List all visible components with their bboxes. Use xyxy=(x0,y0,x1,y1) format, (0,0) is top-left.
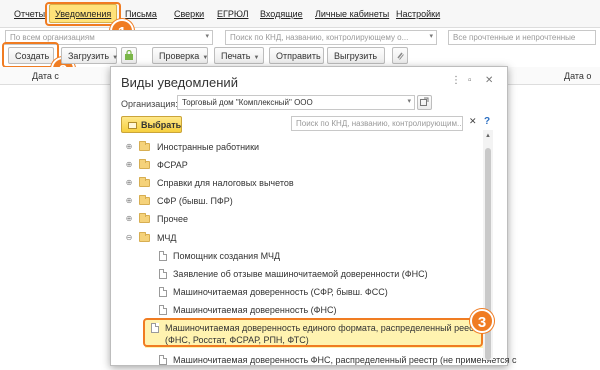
search-filter-text: Поиск по КНД, названию, контролирующему … xyxy=(230,33,409,42)
column-header-date-right[interactable]: Дата о xyxy=(564,71,591,81)
unload-button[interactable]: Выгрузить xyxy=(327,47,385,64)
tree-row[interactable]: ⊕ СФР (бывш. ПФР) xyxy=(121,193,483,211)
tree-row-label: СФР (бывш. ПФР) xyxy=(157,196,233,206)
tree-row[interactable]: Помощник создания МЧД xyxy=(121,248,483,266)
dialog-title: Виды уведомлений xyxy=(121,75,238,90)
dialog-search-text: Поиск по КНД, названию, контролирующим..… xyxy=(296,119,463,128)
tree-row[interactable]: Машиночитаемая доверенность (СФР, бывш. … xyxy=(121,284,483,302)
more-icon[interactable]: ⋮ xyxy=(451,75,461,86)
document-icon xyxy=(159,269,167,279)
tree-row-label: Справки для налоговых вычетов xyxy=(157,178,294,188)
highlight-ring-notifications xyxy=(45,2,121,26)
expand-icon[interactable]: ⊕ xyxy=(125,197,133,205)
tree-row-label: Машиночитаемая доверенность ФНС, распред… xyxy=(173,355,517,365)
organization-label: Организация: xyxy=(121,99,178,109)
menu-item-letters[interactable]: Письма xyxy=(125,9,157,19)
tree-row-label: Иностранные работники xyxy=(157,142,260,152)
select-button[interactable]: Выбрать xyxy=(121,116,182,133)
upload-button[interactable]: Загрузить ▼ xyxy=(61,47,119,64)
folder-icon xyxy=(139,159,150,169)
folder-icon xyxy=(139,195,150,205)
check-label: Проверка xyxy=(159,51,200,61)
chevron-down-icon: ▼ xyxy=(253,55,260,61)
menu-item-reports[interactable]: Отчеты xyxy=(14,9,45,19)
dropdown-icon[interactable]: ▾ xyxy=(407,97,411,105)
menu-item-settings[interactable]: Настройки xyxy=(396,9,440,19)
status-filter[interactable]: Все прочтенные и непрочтенные xyxy=(448,30,596,45)
folder-icon xyxy=(139,177,150,187)
menu-item-reconciliations[interactable]: Сверки xyxy=(174,9,204,19)
help-icon[interactable]: ? xyxy=(484,116,490,127)
tree-row-label: ФСРАР xyxy=(157,160,188,170)
expand-icon[interactable]: ⊕ xyxy=(125,215,133,223)
document-icon xyxy=(159,355,167,365)
send-button[interactable]: Отправить xyxy=(269,47,324,64)
organization-filter-text: По всем организациям xyxy=(10,33,95,42)
dropdown-icon[interactable]: ▾ xyxy=(429,32,433,40)
folder-icon xyxy=(139,232,150,242)
print-label: Печать xyxy=(221,51,251,61)
expand-icon[interactable]: ⊕ xyxy=(125,161,133,169)
tree-row-label: Машиночитаемая доверенность (СФР, бывш. … xyxy=(173,287,388,297)
close-icon[interactable]: ✕ xyxy=(485,75,493,86)
column-header-date[interactable]: Дата с xyxy=(32,71,59,81)
highlight-ring-create xyxy=(2,42,59,68)
tree-row-label: Помощник создания МЧД xyxy=(173,251,281,261)
document-icon xyxy=(159,287,167,297)
organization-select[interactable]: Торговый дом "Комплексный" ООО ▾ xyxy=(177,95,415,110)
chevron-down-icon: ▼ xyxy=(112,55,119,61)
tree-row[interactable]: ⊕ Иностранные работники xyxy=(121,139,483,157)
menu-item-cabinets[interactable]: Личные кабинеты xyxy=(315,9,389,19)
scroll-up-icon[interactable]: ▲ xyxy=(485,133,491,139)
select-label: Выбрать xyxy=(141,120,182,130)
lock-button[interactable] xyxy=(121,47,137,64)
expand-icon[interactable]: ⊕ xyxy=(125,179,133,187)
search-filter-input[interactable]: Поиск по КНД, названию, контролирующему … xyxy=(225,30,437,45)
select-icon xyxy=(128,122,137,129)
print-button[interactable]: Печать ▼ xyxy=(214,47,264,64)
check-button[interactable]: Проверка ▼ xyxy=(152,47,208,64)
highlight-ring-mchd-unified xyxy=(143,318,483,347)
collapse-icon[interactable]: ⊖ xyxy=(125,234,133,242)
tree-row[interactable]: ⊕ ФСРАР xyxy=(121,157,483,175)
tree-row[interactable]: Заявление об отзыве машиночитаемой довер… xyxy=(121,266,483,284)
upload-label: Загрузить xyxy=(68,51,110,61)
tree-row-label: МЧД xyxy=(157,233,177,243)
tree-row[interactable]: Машиночитаемая доверенность ФНС, распред… xyxy=(121,352,517,370)
tree-row[interactable]: ⊖ МЧД xyxy=(121,230,483,248)
organization-value: Торговый дом "Комплексный" ООО xyxy=(182,98,313,107)
clear-search-icon[interactable]: ✕ xyxy=(469,116,477,127)
dialog-search-input[interactable]: Поиск по КНД, названию, контролирующим..… xyxy=(291,116,463,131)
attachment-icon xyxy=(397,52,404,60)
folder-icon xyxy=(139,141,150,151)
minimize-icon[interactable]: ▫ xyxy=(468,75,472,86)
expand-icon[interactable]: ⊕ xyxy=(125,143,133,151)
document-icon xyxy=(159,305,167,315)
document-icon xyxy=(159,251,167,261)
lock-icon xyxy=(125,49,133,60)
menu-item-egrul[interactable]: ЕГРЮЛ xyxy=(217,9,248,19)
open-organization-button[interactable] xyxy=(417,95,432,110)
attachment-button[interactable] xyxy=(392,47,408,64)
open-icon xyxy=(420,97,429,106)
menu-item-incoming[interactable]: Входящие xyxy=(260,9,303,19)
chevron-down-icon: ▼ xyxy=(202,55,209,61)
status-filter-text: Все прочтенные и непрочтенные xyxy=(453,33,576,42)
tree-row-label: Прочее xyxy=(157,214,188,224)
step-badge-3: 3 xyxy=(470,309,494,333)
tree-row-label: Заявление об отзыве машиночитаемой довер… xyxy=(173,269,428,279)
dropdown-icon[interactable]: ▾ xyxy=(205,32,209,40)
tree-row-label: Машиночитаемая доверенность (ФНС) xyxy=(173,305,337,315)
folder-icon xyxy=(139,213,150,223)
tree-row[interactable]: ⊕ Справки для налоговых вычетов xyxy=(121,175,483,193)
tree-row[interactable]: ⊕ Прочее xyxy=(121,211,483,229)
